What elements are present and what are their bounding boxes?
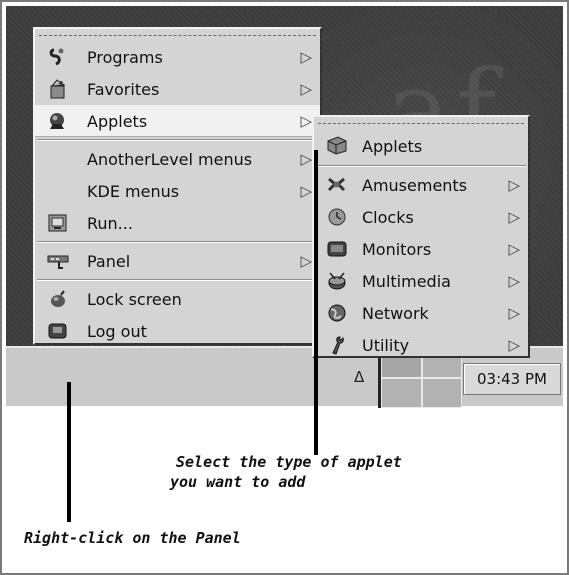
menu-item-panel[interactable]: Panel ▷	[35, 245, 320, 277]
menu-item-label: Favorites	[87, 79, 160, 99]
callout-right-click-text: Right-click on the Panel	[24, 529, 241, 547]
run-icon	[48, 214, 67, 232]
callout-right-click: Right-click on the Panel	[24, 528, 241, 548]
panel-hide-arrow-icon[interactable]: Δ	[354, 368, 364, 386]
callout-applet-type-line2: you want to add	[170, 473, 306, 491]
amusements-icon	[327, 177, 346, 192]
applets-submenu: Applets Amusements ▷ Clocks ▷ Monitors ▷	[312, 115, 530, 358]
submenu-title-applets[interactable]: Applets	[314, 129, 528, 163]
callout-applet-type-line1: Select the type of applet	[176, 453, 402, 471]
submenu-arrow-icon: ▷	[508, 272, 520, 290]
submenu-arrow-icon: ▷	[508, 304, 520, 322]
applets-icon	[50, 113, 64, 129]
utility-icon	[332, 336, 344, 355]
callout-applet-type: Select the type of applet you want to ad…	[170, 452, 402, 492]
menu-item-anotherlevel-menus[interactable]: AnotherLevel menus ▷	[35, 143, 320, 175]
logout-icon	[48, 323, 67, 339]
monitor-icon	[327, 241, 347, 257]
programs-icon	[49, 48, 64, 66]
menu-item-label: Clocks	[362, 207, 414, 227]
menu-item-lock-screen[interactable]: Lock screen	[35, 283, 320, 315]
submenu-arrow-icon: ▷	[300, 48, 312, 66]
callout-line-applet-type	[314, 150, 318, 455]
main-menu: Programs ▷ Favorites ▷ Applets ▷ Another…	[33, 27, 322, 345]
menu-item-favorites[interactable]: Favorites ▷	[35, 73, 320, 105]
menu-item-log-out[interactable]: Log out	[35, 315, 320, 347]
submenu-item-multimedia[interactable]: Multimedia ▷	[314, 265, 528, 297]
menu-separator	[316, 165, 526, 167]
panel-clock[interactable]: 03:43 PM	[463, 363, 561, 395]
network-icon	[328, 304, 346, 322]
menu-item-programs[interactable]: Programs ▷	[35, 41, 320, 73]
menu-item-label: AnotherLevel menus	[87, 149, 253, 169]
submenu-arrow-icon: ▷	[508, 240, 520, 258]
menu-item-run[interactable]: Run...	[35, 207, 320, 239]
menu-item-label: Applets	[87, 111, 148, 131]
menu-item-label: Monitors	[362, 239, 432, 259]
callout-line-panel	[67, 382, 71, 522]
submenu-arrow-icon: ▷	[508, 336, 520, 354]
favorites-icon	[50, 79, 66, 99]
menu-item-applets[interactable]: Applets ▷	[35, 105, 320, 137]
menu-item-label: Log out	[87, 321, 147, 341]
applets-folder-icon	[327, 136, 347, 155]
submenu-item-clocks[interactable]: Clocks ▷	[314, 201, 528, 233]
submenu-arrow-icon: ▷	[300, 80, 312, 98]
pager-workspace-3[interactable]	[381, 378, 422, 408]
submenu-arrow-icon: ▷	[300, 150, 312, 168]
menu-separator	[37, 279, 318, 281]
clock-icon	[328, 208, 346, 226]
menu-item-label: Programs	[87, 47, 163, 67]
panel-icon	[47, 255, 69, 269]
menu-separator	[37, 241, 318, 243]
menu-item-label: Multimedia	[362, 271, 451, 291]
submenu-item-amusements[interactable]: Amusements ▷	[314, 169, 528, 201]
menu-item-kde-menus[interactable]: KDE menus ▷	[35, 175, 320, 207]
menu-item-label: Amusements	[362, 175, 468, 195]
menu-item-label: Lock screen	[87, 289, 182, 309]
menu-item-label: KDE menus	[87, 181, 180, 201]
menu-item-label: Run...	[87, 213, 133, 233]
menu-item-label: Network	[362, 303, 429, 323]
submenu-item-network[interactable]: Network ▷	[314, 297, 528, 329]
submenu-item-utility[interactable]: Utility ▷	[314, 329, 528, 361]
lock-icon	[51, 290, 65, 307]
submenu-title-label: Applets	[362, 136, 423, 156]
submenu-arrow-icon: ▷	[300, 112, 312, 130]
menu-item-label: Utility	[362, 335, 410, 355]
submenu-arrow-icon: ▷	[508, 176, 520, 194]
menu-item-label: Panel	[87, 251, 131, 271]
menu-separator	[37, 139, 318, 141]
submenu-arrow-icon: ▷	[300, 182, 312, 200]
submenu-item-monitors[interactable]: Monitors ▷	[314, 233, 528, 265]
pager-workspace-4[interactable]	[421, 378, 462, 408]
submenu-arrow-icon: ▷	[300, 252, 312, 270]
multimedia-icon	[328, 272, 346, 290]
submenu-arrow-icon: ▷	[508, 208, 520, 226]
